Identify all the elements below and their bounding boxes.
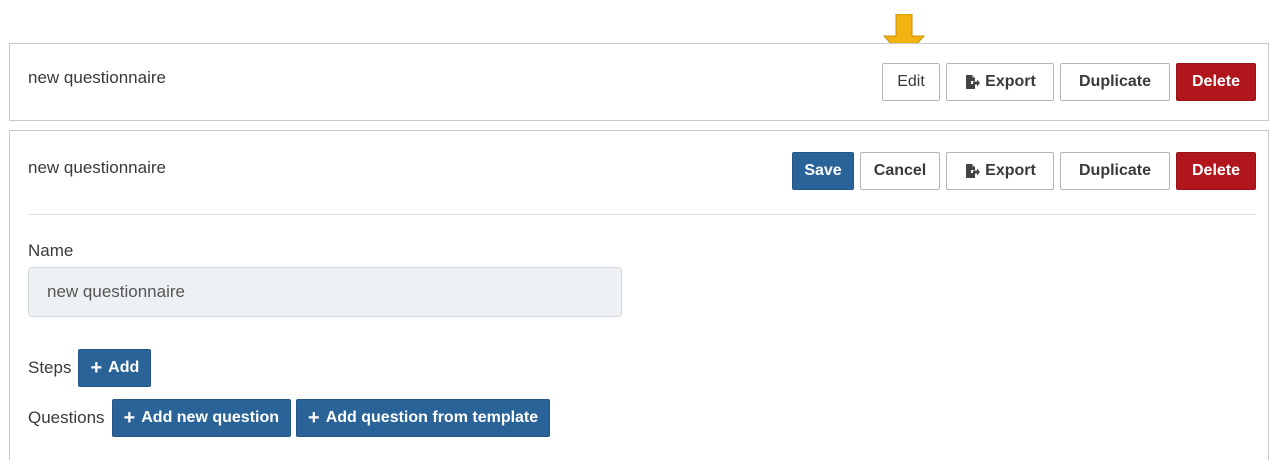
add-step-button-label: Add xyxy=(108,359,140,376)
questions-label: Questions xyxy=(28,408,105,427)
delete-button-label: Delete xyxy=(1191,73,1241,90)
questionnaire-title: new questionnaire xyxy=(28,158,166,177)
add-question-from-template-button[interactable]: + Add question from template xyxy=(296,399,551,437)
plus-icon: + xyxy=(90,357,103,379)
duplicate-button[interactable]: Duplicate xyxy=(1060,63,1170,101)
view-actions: Edit Export Duplicate Delete xyxy=(882,63,1256,101)
add-new-question-label: Add new question xyxy=(141,409,280,426)
divider xyxy=(28,214,1256,215)
name-input[interactable] xyxy=(28,267,622,317)
cancel-button[interactable]: Cancel xyxy=(860,152,940,190)
questionnaire-title: new questionnaire xyxy=(28,68,166,87)
questions-row: Questions + Add new question + Add quest… xyxy=(28,399,551,437)
name-label: Name xyxy=(28,241,74,260)
questionnaire-edit-panel: new questionnaire Save Cancel Export Dup… xyxy=(9,130,1269,460)
export-button-label: Export xyxy=(985,162,1036,179)
add-step-button[interactable]: + Add xyxy=(78,349,152,387)
steps-label: Steps xyxy=(28,358,72,377)
cancel-button-label: Cancel xyxy=(873,162,927,179)
edit-actions: Save Cancel Export Duplicate Delete xyxy=(792,152,1256,190)
save-button[interactable]: Save xyxy=(792,152,854,190)
delete-button-label: Delete xyxy=(1191,162,1241,179)
export-icon xyxy=(964,74,981,90)
edit-button-label: Edit xyxy=(897,73,925,90)
delete-button[interactable]: Delete xyxy=(1176,63,1256,101)
questionnaire-view-panel: new questionnaire Edit Export Duplicate … xyxy=(9,43,1269,121)
delete-button[interactable]: Delete xyxy=(1176,152,1256,190)
plus-icon: + xyxy=(308,407,320,429)
save-button-label: Save xyxy=(804,162,842,179)
export-icon xyxy=(964,163,981,179)
duplicate-button[interactable]: Duplicate xyxy=(1060,152,1170,190)
export-button[interactable]: Export xyxy=(946,152,1054,190)
add-question-from-template-label: Add question from template xyxy=(325,409,539,426)
edit-button[interactable]: Edit xyxy=(882,63,940,101)
duplicate-button-label: Duplicate xyxy=(1078,162,1151,179)
plus-icon: + xyxy=(123,407,136,429)
add-new-question-button[interactable]: + Add new question xyxy=(111,399,292,437)
export-button[interactable]: Export xyxy=(946,63,1054,101)
export-button-label: Export xyxy=(985,73,1036,90)
duplicate-button-label: Duplicate xyxy=(1078,73,1151,90)
steps-row: Steps + Add xyxy=(28,349,152,387)
